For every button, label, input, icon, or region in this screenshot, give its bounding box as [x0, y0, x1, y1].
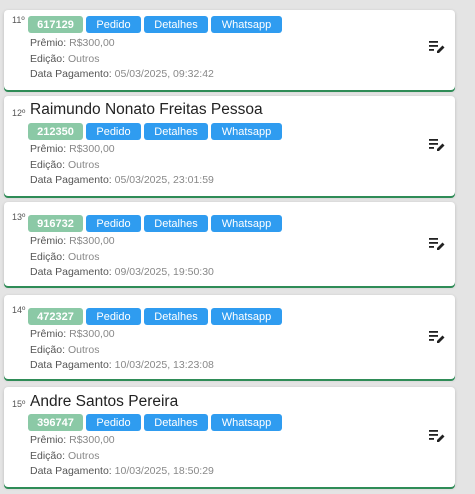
data-pagamento-label: Data Pagamento: — [30, 465, 112, 477]
edit-note-icon[interactable] — [429, 138, 445, 152]
edicao-label: Edição: — [30, 158, 66, 171]
edicao-label: Edição: — [30, 449, 66, 462]
data-pagamento-value: 05/03/2025, 09:32:42 — [114, 68, 214, 80]
premio-value: R$300,00 — [69, 328, 115, 340]
premio-value: R$300,00 — [69, 143, 115, 155]
winner-name: Andre Santos Pereira — [30, 393, 179, 410]
premio-value: R$300,00 — [69, 235, 115, 247]
whatsapp-button[interactable]: Whatsapp — [211, 16, 282, 33]
edicao-label: Edição: — [30, 250, 66, 263]
data-pagamento-label: Data Pagamento: — [30, 266, 112, 278]
data-pagamento-value: 10/03/2025, 13:23:08 — [114, 359, 214, 371]
pedido-button[interactable]: Pedido — [86, 16, 141, 33]
edit-note-icon[interactable] — [429, 40, 445, 54]
edicao-value: Outros — [67, 52, 100, 65]
rank-label: 14º — [12, 305, 26, 315]
premio-label: Prêmio: — [30, 143, 67, 155]
data-pagamento-value: 05/03/2025, 23:01:59 — [114, 174, 214, 186]
premio-value: R$300,00 — [69, 37, 115, 49]
order-code-badge: 916732 — [28, 215, 83, 232]
edit-note-icon[interactable] — [429, 237, 445, 251]
edicao-label: Edição: — [30, 52, 66, 65]
edicao-value: Outros — [67, 250, 100, 263]
edicao-value: Outros — [67, 158, 100, 171]
premio-value: R$300,00 — [69, 434, 115, 446]
data-pagamento-value: 09/03/2025, 19:50:30 — [114, 266, 214, 278]
entry-info: Prêmio: R$300,00 Edição: Outros Data Pag… — [30, 36, 214, 83]
ranking-card: 13º 916732 Pedido Detalhes Whatsapp Prêm… — [4, 202, 455, 286]
entry-info: Prêmio: R$300,00 Edição: Outros Data Pag… — [30, 234, 214, 281]
edit-note-icon[interactable] — [429, 429, 445, 443]
edicao-label: Edição: — [30, 343, 66, 356]
rank-label: 11º — [12, 15, 25, 25]
ranking-card: 12º Raimundo Nonato Freitas Pessoa 21235… — [4, 96, 455, 196]
whatsapp-button[interactable]: Whatsapp — [211, 123, 282, 140]
whatsapp-button[interactable]: Whatsapp — [211, 308, 282, 325]
ranking-card: 14º 472327 Pedido Detalhes Whatsapp Prêm… — [4, 295, 455, 379]
whatsapp-button[interactable]: Whatsapp — [211, 215, 282, 232]
winner-name: Raimundo Nonato Freitas Pessoa — [30, 101, 263, 118]
premio-label: Prêmio: — [30, 328, 67, 340]
data-pagamento-label: Data Pagamento: — [30, 359, 112, 371]
premio-label: Prêmio: — [30, 235, 67, 247]
data-pagamento-value: 10/03/2025, 18:50:29 — [114, 465, 214, 477]
rank-label: 13º — [12, 212, 26, 222]
data-pagamento-label: Data Pagamento: — [30, 68, 112, 80]
order-code-badge: 212350 — [28, 123, 83, 140]
edicao-value: Outros — [67, 449, 100, 462]
entry-info: Prêmio: R$300,00 Edição: Outros Data Pag… — [30, 142, 214, 189]
entry-info: Prêmio: R$300,00 Edição: Outros Data Pag… — [30, 327, 214, 374]
order-code-badge: 617129 — [28, 16, 83, 33]
entry-info: Prêmio: R$300,00 Edição: Outros Data Pag… — [30, 433, 214, 480]
edit-note-icon[interactable] — [429, 330, 445, 344]
order-code-badge: 472327 — [28, 308, 83, 325]
detalhes-button[interactable]: Detalhes — [144, 215, 208, 232]
ranking-card: 15º Andre Santos Pereira 396747 Pedido D… — [4, 387, 455, 487]
order-code-badge: 396747 — [28, 414, 83, 431]
whatsapp-button[interactable]: Whatsapp — [211, 414, 282, 431]
detalhes-button[interactable]: Detalhes — [144, 123, 208, 140]
edicao-value: Outros — [67, 343, 100, 356]
detalhes-button[interactable]: Detalhes — [144, 414, 208, 431]
rank-label: 15º — [12, 399, 26, 409]
detalhes-button[interactable]: Detalhes — [144, 308, 208, 325]
pedido-button[interactable]: Pedido — [86, 414, 141, 431]
pedido-button[interactable]: Pedido — [86, 308, 141, 325]
premio-label: Prêmio: — [30, 434, 67, 446]
pedido-button[interactable]: Pedido — [86, 215, 141, 232]
premio-label: Prêmio: — [30, 37, 67, 49]
ranking-card: 11º 617129 Pedido Detalhes Whatsapp Prêm… — [4, 10, 455, 90]
detalhes-button[interactable]: Detalhes — [144, 16, 208, 33]
pedido-button[interactable]: Pedido — [86, 123, 141, 140]
rank-label: 12º — [12, 108, 26, 118]
data-pagamento-label: Data Pagamento: — [30, 174, 112, 186]
